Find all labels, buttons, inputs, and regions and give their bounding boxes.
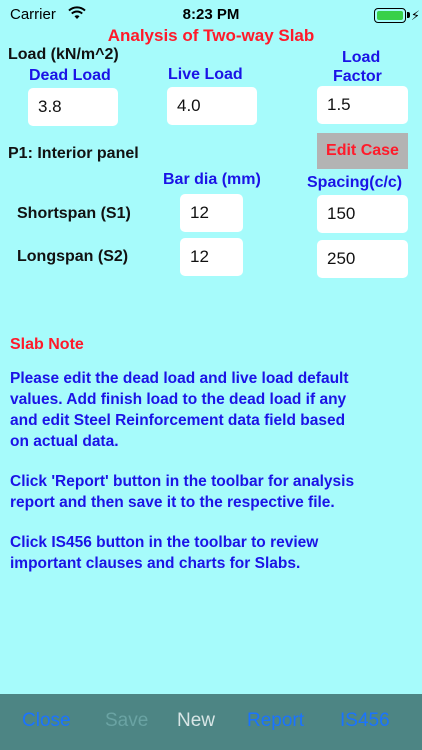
shortspan-spacing-input[interactable]: 150 (317, 195, 408, 233)
note-line: and edit Steel Reinforcement data field … (10, 412, 346, 429)
charging-icon: ⚡ (410, 8, 420, 23)
bottom-toolbar: Close Save New Report IS456 (0, 694, 422, 750)
spacing-header: Spacing(c/c) (307, 174, 403, 191)
note-line: Please edit the dead load and live load … (10, 370, 349, 387)
save-button[interactable]: Save (105, 710, 148, 732)
battery-tip (407, 12, 410, 18)
slab-note-heading: Slab Note (10, 336, 84, 353)
note-line: on actual data. (10, 433, 119, 450)
load-factor-label-line2: Factor (333, 68, 382, 85)
longspan-spacing-input[interactable]: 250 (317, 240, 408, 278)
note-paragraph-3: Click IS456 button in the toolbar to rev… (10, 532, 415, 574)
dead-load-input[interactable]: 3.8 (28, 88, 118, 126)
note-line: Click 'Report' button in the toolbar for… (10, 473, 355, 490)
longspan-bar-dia-input[interactable]: 12 (180, 238, 243, 276)
note-line: values. Add finish load to the dead load… (10, 391, 347, 408)
note-line: report and then save it to the respectiv… (10, 494, 335, 511)
dead-load-label: Dead Load (29, 67, 111, 84)
panel-label: P1: Interior panel (8, 145, 139, 162)
note-paragraph-1: Please edit the dead load and live load … (10, 368, 415, 452)
new-button[interactable]: New (177, 710, 215, 732)
note-line: Click IS456 button in the toolbar to rev… (10, 534, 319, 551)
longspan-label: Longspan (S2) (17, 248, 129, 265)
shortspan-bar-dia-input[interactable]: 12 (180, 194, 243, 232)
note-line: important clauses and charts for Slabs. (10, 555, 301, 572)
load-factor-label-line1: Load (342, 49, 381, 66)
report-button[interactable]: Report (247, 710, 304, 732)
battery-icon (374, 8, 406, 23)
note-paragraph-2: Click 'Report' button in the toolbar for… (10, 471, 415, 513)
live-load-label: Live Load (168, 66, 243, 83)
clock: 8:23 PM (182, 6, 240, 23)
page-title: Analysis of Two-way Slab (107, 26, 315, 45)
live-load-input[interactable]: 4.0 (167, 87, 257, 125)
edit-case-button[interactable]: Edit Case (317, 133, 408, 169)
is456-button[interactable]: IS456 (340, 710, 390, 732)
load-heading: Load (kN/m^2) (8, 46, 119, 63)
load-factor-input[interactable]: 1.5 (317, 86, 408, 124)
shortspan-label: Shortspan (S1) (17, 205, 131, 222)
close-button[interactable]: Close (22, 710, 71, 732)
bar-dia-header: Bar dia (mm) (163, 171, 261, 188)
